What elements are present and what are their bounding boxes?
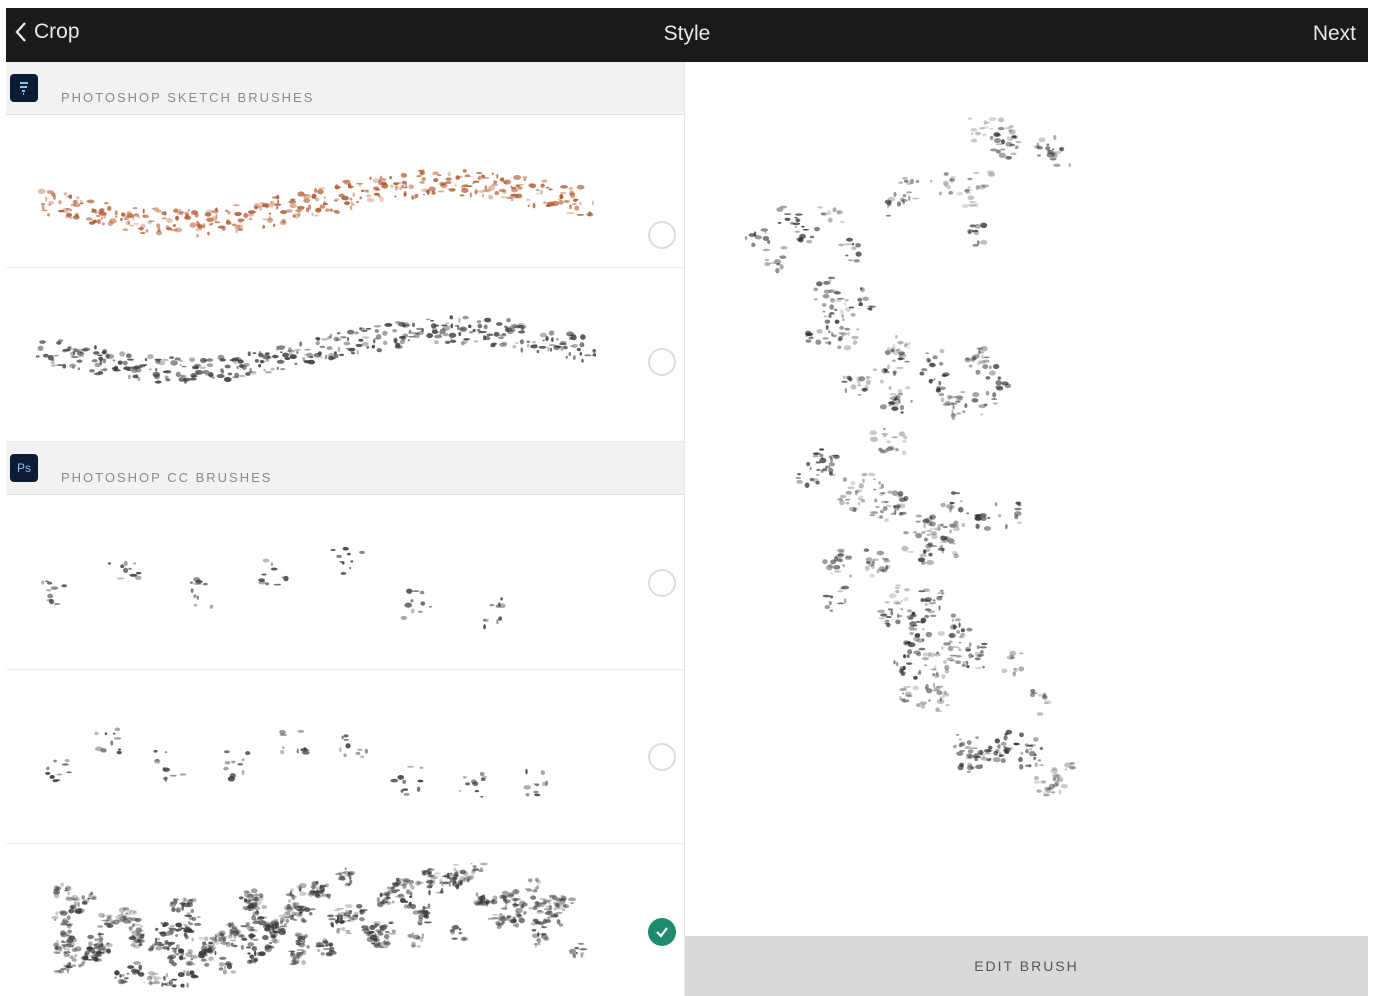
edit-brush-button[interactable]: EDIT BRUSH bbox=[685, 936, 1368, 996]
brush-radio[interactable] bbox=[648, 569, 676, 597]
next-button[interactable]: Next bbox=[1313, 22, 1356, 46]
brush-stroke-preview bbox=[37, 168, 595, 238]
section-label-sketch: PHOTOSHOP SKETCH BRUSHES bbox=[61, 90, 315, 105]
section-header-cc: Ps PHOTOSHOP CC BRUSHES bbox=[6, 442, 684, 495]
top-bar: Crop Style Next bbox=[6, 8, 1368, 62]
brush-stroke-preview bbox=[40, 546, 506, 630]
brush-row-2[interactable] bbox=[6, 268, 684, 442]
brush-stroke-preview bbox=[36, 315, 596, 384]
brush-row-3[interactable] bbox=[6, 495, 684, 670]
brush-stroke-preview bbox=[45, 727, 548, 798]
sketch-app-icon bbox=[10, 74, 38, 102]
brush-radio-selected[interactable] bbox=[648, 918, 676, 946]
brush-radio[interactable] bbox=[648, 221, 676, 249]
brush-row-4[interactable] bbox=[6, 670, 684, 844]
photoshop-app-icon: Ps bbox=[10, 454, 38, 482]
brush-row-5[interactable] bbox=[6, 844, 684, 996]
checkmark-icon bbox=[656, 927, 668, 938]
section-label-cc: PHOTOSHOP CC BRUSHES bbox=[61, 470, 273, 485]
brush-radio[interactable] bbox=[648, 743, 676, 771]
brush-preview-canvas[interactable] bbox=[685, 62, 1368, 936]
brush-stroke-preview bbox=[51, 862, 588, 988]
brush-radio[interactable] bbox=[648, 348, 676, 376]
brush-row-1[interactable] bbox=[6, 115, 684, 268]
brush-preview-stroke bbox=[744, 117, 1076, 797]
section-header-sketch: PHOTOSHOP SKETCH BRUSHES bbox=[6, 62, 684, 115]
brush-list: PHOTOSHOP SKETCH BRUSHES Ps PHOTOSHOP CC… bbox=[6, 62, 684, 996]
page-title: Style bbox=[663, 22, 711, 45]
edit-brush-label: EDIT BRUSH bbox=[974, 958, 1079, 974]
